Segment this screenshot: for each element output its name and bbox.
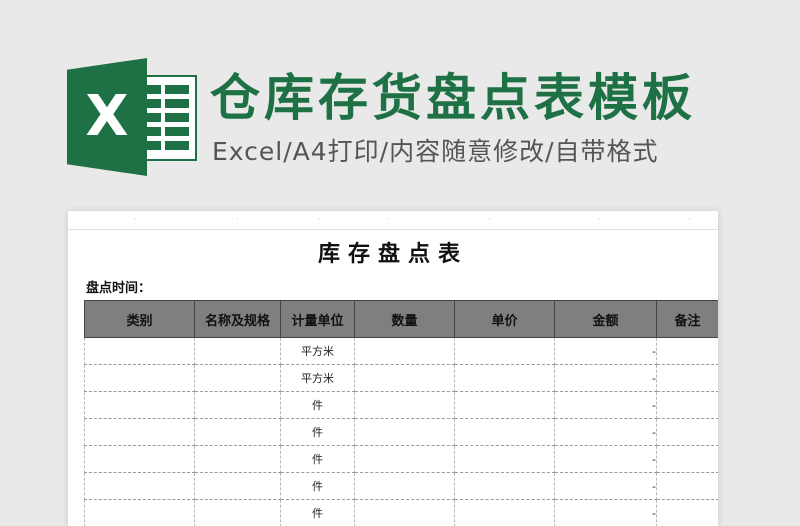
cell[interactable] [454, 445, 555, 473]
unit-cell[interactable]: 件 [280, 391, 355, 419]
sheet-title: 库存盘点表 [317, 242, 468, 267]
cell[interactable] [354, 445, 455, 473]
cell[interactable] [84, 418, 195, 446]
table-row: 件 - [84, 445, 718, 473]
amount-cell[interactable]: - [554, 418, 657, 446]
column-header-strip: · · · · · · · [68, 211, 718, 230]
amount-cell[interactable]: - [554, 472, 657, 500]
unit-cell[interactable]: 件 [280, 499, 355, 526]
table-row: 件 - [84, 472, 718, 500]
cell[interactable] [354, 337, 455, 365]
amount-cell[interactable]: - [554, 499, 657, 526]
cell[interactable] [194, 418, 281, 446]
column-header-name-spec: 名称及规格 [194, 300, 281, 338]
cell[interactable] [194, 472, 281, 500]
table-row: 件 - [84, 499, 718, 526]
page-subtitle: Excel/A4打印/内容随意修改/自带格式 [212, 137, 659, 166]
table-row: 件 - [84, 391, 718, 419]
page-title: 仓库存货盘点表模板 [210, 69, 696, 127]
column-header-category: 类别 [84, 300, 195, 338]
amount-cell[interactable]: - [554, 337, 657, 365]
cell[interactable] [656, 418, 718, 446]
cell[interactable] [354, 391, 455, 419]
cell[interactable] [656, 391, 718, 419]
cell[interactable] [454, 472, 555, 500]
cell[interactable] [84, 364, 195, 392]
cell[interactable] [354, 472, 455, 500]
cell[interactable] [354, 499, 455, 526]
cell[interactable] [454, 418, 555, 446]
column-header-unit-price: 单价 [454, 300, 555, 338]
column-header-amount: 金额 [554, 300, 657, 338]
cell[interactable] [454, 337, 555, 365]
cell[interactable] [194, 445, 281, 473]
cell[interactable] [454, 364, 555, 392]
table-row: 平方米 - [84, 337, 718, 365]
cell[interactable] [354, 364, 455, 392]
table-row: 件 - [84, 418, 718, 446]
inventory-date-label: 盘点时间： [86, 281, 152, 296]
column-header-remarks: 备注 [656, 300, 718, 338]
table-row: 平方米 - [84, 364, 718, 392]
unit-cell[interactable]: 件 [280, 445, 355, 473]
unit-cell[interactable]: 平方米 [280, 337, 355, 365]
cell[interactable] [656, 364, 718, 392]
column-header-quantity: 数量 [354, 300, 455, 338]
cell[interactable] [194, 499, 281, 526]
cell[interactable] [194, 337, 281, 365]
cell[interactable] [84, 499, 195, 526]
amount-cell[interactable]: - [554, 445, 657, 473]
cell[interactable] [656, 337, 718, 365]
cell[interactable] [656, 472, 718, 500]
cell[interactable] [656, 499, 718, 526]
cell[interactable] [194, 391, 281, 419]
cell[interactable] [454, 391, 555, 419]
table-header-row: 类别 名称及规格 计量单位 数量 单价 金额 备注 [84, 300, 718, 338]
amount-cell[interactable]: - [554, 364, 657, 392]
unit-cell[interactable]: 件 [280, 472, 355, 500]
amount-cell[interactable]: - [554, 391, 657, 419]
cell[interactable] [194, 364, 281, 392]
cell[interactable] [84, 472, 195, 500]
cell[interactable] [84, 337, 195, 365]
cell[interactable] [656, 445, 718, 473]
spreadsheet-preview: · · · · · · · 库存盘点表 盘点时间： 类别 名称及规格 计量单位 … [68, 211, 718, 526]
cell[interactable] [354, 418, 455, 446]
inventory-table: 类别 名称及规格 计量单位 数量 单价 金额 备注 平方米 - 平方米 - 件 … [84, 300, 718, 526]
unit-cell[interactable]: 平方米 [280, 364, 355, 392]
column-header-unit: 计量单位 [280, 300, 355, 338]
unit-cell[interactable]: 件 [280, 418, 355, 446]
cell[interactable] [84, 391, 195, 419]
cell[interactable] [84, 445, 195, 473]
excel-x-letter: X [85, 84, 129, 149]
cell[interactable] [454, 499, 555, 526]
excel-logo: X [67, 58, 197, 176]
